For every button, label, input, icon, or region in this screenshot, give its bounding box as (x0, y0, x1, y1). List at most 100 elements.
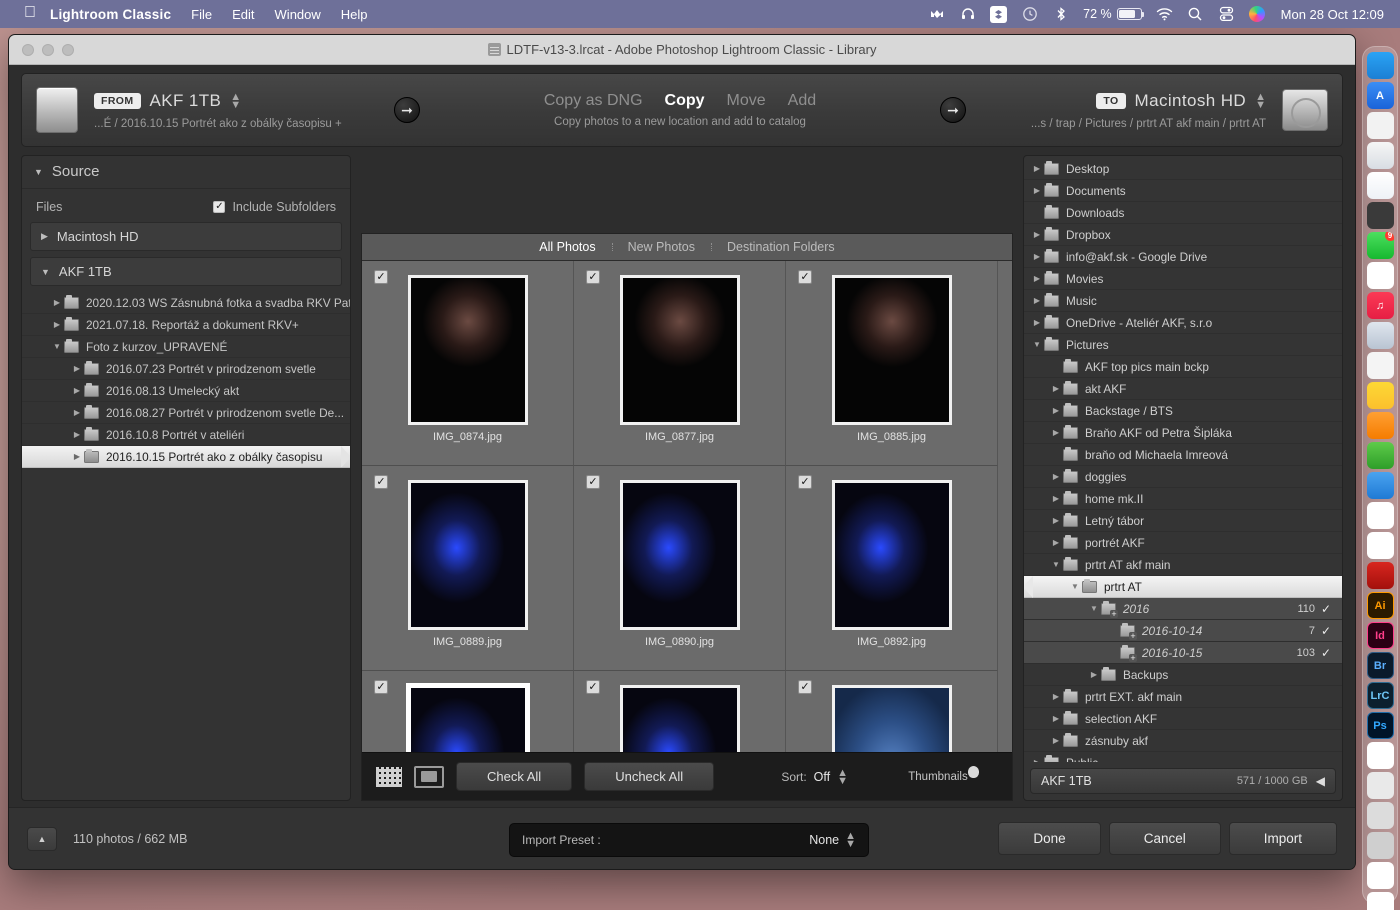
preset-stepper-icon[interactable]: ▲ ▼ (845, 831, 856, 850)
import-preset-bar[interactable]: Import Preset : None ▲ ▼ (509, 823, 869, 857)
destination-tree-row[interactable]: ▼ Pictures (1024, 334, 1342, 356)
sort-value[interactable]: Off (814, 770, 830, 784)
sort-control[interactable]: Sort: Off ▲ ▼ (781, 767, 848, 786)
chevron-right-icon[interactable]: ▶ (1030, 296, 1044, 305)
headphones-icon[interactable] (959, 6, 976, 23)
bluetooth-icon[interactable] (1052, 6, 1069, 23)
destination-tree-row[interactable]: ▶ Backstage / BTS (1024, 400, 1342, 422)
destination-drive-name[interactable]: Macintosh HD (1135, 91, 1247, 111)
dock-icon-music[interactable]: ♫ (1366, 292, 1394, 319)
search-icon[interactable] (1187, 6, 1204, 23)
photo-include-checkbox[interactable]: ✓ (798, 680, 812, 694)
destination-tree-row[interactable]: 2016-10-14 7 ✓ (1024, 620, 1342, 642)
source-folder-tree[interactable]: ▶ 2020.12.03 WS Zásnubná fotka a svadba R… (22, 292, 350, 468)
destination-tree-row[interactable]: ▼ 2016 110 ✓ (1024, 598, 1342, 620)
clock-icon[interactable] (1021, 6, 1038, 23)
loupe-view-icon[interactable] (414, 765, 444, 788)
menu-item-window[interactable]: Window (275, 7, 321, 22)
dock-icon-indesign[interactable]: Id (1366, 622, 1394, 649)
destination-tree-row[interactable]: ▶ prtrt EXT. akf main (1024, 686, 1342, 708)
uncheck-all-button[interactable]: Uncheck All (584, 762, 715, 791)
destination-tree-row[interactable]: ▶ portrét AKF (1024, 532, 1342, 554)
mode-copy[interactable]: Copy (665, 92, 705, 110)
menu-item-edit[interactable]: Edit (232, 7, 254, 22)
photo-include-checkbox[interactable]: ✓ (586, 680, 600, 694)
destination-drive-bar[interactable]: AKF 1TB 571 / 1000 GB ◀ (1030, 768, 1336, 794)
chevron-right-icon[interactable]: ▶ (1030, 230, 1044, 239)
destination-tree-row[interactable]: ▶ Desktop (1024, 158, 1342, 180)
dock-icon-keynote[interactable] (1366, 472, 1394, 499)
dock-icon-maps[interactable] (1366, 892, 1394, 910)
chevron-right-icon[interactable]: ▶ (1049, 384, 1063, 393)
import-preset-value-wrap[interactable]: None ▲ ▼ (809, 831, 856, 850)
chevron-right-icon[interactable]: ▶ (1049, 538, 1063, 547)
battery-status[interactable]: 72 % (1083, 7, 1145, 21)
source-tree-row[interactable]: ▶ 2016.07.23 Portrét v prirodzenom svetle (22, 358, 350, 380)
photo-cell[interactable]: ✓ (786, 671, 998, 752)
chevron-right-icon[interactable]: ▶ (1030, 252, 1044, 261)
destination-tree-row[interactable]: ▶ doggies (1024, 466, 1342, 488)
mode-copy-as-dng[interactable]: Copy as DNG (544, 92, 643, 110)
destination-tree-row[interactable]: ▼ prtrt AT (1024, 576, 1342, 598)
menu-item-help[interactable]: Help (341, 7, 368, 22)
mode-move[interactable]: Move (727, 92, 766, 110)
source-drive-macintosh-hd[interactable]: ▶ Macintosh HD (30, 222, 342, 251)
dock-icon-safari[interactable] (1366, 142, 1394, 169)
done-button[interactable]: Done (998, 822, 1101, 855)
import-button[interactable]: Import (1228, 822, 1337, 855)
chevron-right-icon[interactable]: ▶ (50, 298, 64, 307)
control-center-icon[interactable] (1218, 6, 1235, 23)
chevron-down-icon[interactable]: ▼ (1049, 560, 1063, 569)
chevron-right-icon[interactable]: ▶ (1049, 692, 1063, 701)
dock-icon-app-store[interactable]: A (1366, 82, 1394, 109)
photo-thumbnail[interactable] (407, 480, 528, 630)
chevron-right-icon[interactable]: ▶ (1030, 186, 1044, 195)
destination-tree-row[interactable]: ▶ Documents (1024, 180, 1342, 202)
wifi-icon[interactable] (1156, 6, 1173, 23)
source-tree-row[interactable]: ▼ Foto z kurzov_UPRAVENÉ (22, 336, 350, 358)
chevron-right-icon[interactable]: ▶ (1030, 164, 1044, 173)
source-summary[interactable]: FROM AKF 1TB ▲ ▼ ...É / 2016.10.15 Portré… (94, 91, 394, 130)
source-tree-row[interactable]: ▶ 2021.07.18. Reportáž a dokument RKV+ (22, 314, 350, 336)
chevron-right-icon[interactable]: ▶ (70, 364, 84, 373)
photo-thumbnail[interactable] (619, 275, 740, 425)
menu-clock[interactable]: Mon 28 Oct 12:09 (1281, 7, 1384, 22)
dock-icon-calculator[interactable] (1366, 202, 1394, 229)
photo-include-checkbox[interactable]: ✓ (586, 270, 600, 284)
dock-icon-airpods[interactable] (1366, 862, 1394, 889)
dock-icon-finder[interactable] (1366, 52, 1394, 79)
destination-tree-row[interactable]: braňo od Michaela Imreová (1024, 444, 1342, 466)
chevron-down-icon[interactable]: ▼ (50, 342, 64, 351)
source-drive-akf-1tb[interactable]: ▼ AKF 1TB (30, 257, 342, 286)
dock-icon-notes[interactable] (1366, 382, 1394, 409)
dock-icon-bridge[interactable]: Br (1366, 652, 1394, 679)
dock-icon-creative-cloud[interactable] (1366, 742, 1394, 769)
dock-icon-photoshop[interactable]: Ps (1366, 712, 1394, 739)
dock-icon-news[interactable] (1366, 322, 1394, 349)
apple-menu-icon[interactable]:  (24, 5, 36, 21)
chevron-right-icon[interactable]: ▶ (50, 320, 64, 329)
destination-tree-row[interactable]: ▶ Letný tábor (1024, 510, 1342, 532)
dock-icon-freeform[interactable] (1366, 412, 1394, 439)
grid-tabs[interactable]: All Photos New Photos Destination Folder… (362, 234, 1012, 261)
destination-tree-row[interactable]: 2016-10-15 103 ✓ (1024, 642, 1342, 664)
chevron-down-icon[interactable]: ▼ (1068, 582, 1082, 591)
photo-include-checkbox[interactable]: ✓ (374, 680, 388, 694)
destination-folder-tree[interactable]: ▶ Desktop ▶ Documents Downloads ▶ Dropbox ▶ info… (1024, 156, 1342, 762)
photo-thumbnail[interactable] (831, 685, 952, 752)
source-tree-row[interactable]: ▶ 2016.08.13 Umelecký akt (22, 380, 350, 402)
photo-cell[interactable]: ✓ (574, 671, 786, 752)
sort-stepper-icon[interactable]: ▲ ▼ (837, 767, 848, 786)
macos-dock[interactable]: A 9 ♫ Ai Id Br LrC Ps (1362, 46, 1398, 910)
include-subfolders-checkbox[interactable]: ✓ (213, 201, 226, 213)
photo-cell[interactable]: ✓ (362, 671, 574, 752)
photo-include-checkbox[interactable]: ✓ (798, 270, 812, 284)
destination-tree-row[interactable]: AKF top pics main bckp (1024, 356, 1342, 378)
photo-thumbnail[interactable] (407, 685, 528, 752)
photo-cell[interactable]: ✓ IMG_0874.jpg (362, 261, 574, 466)
dock-icon-numbers[interactable] (1366, 442, 1394, 469)
photo-cell[interactable]: ✓ IMG_0889.jpg (362, 466, 574, 671)
chevron-right-icon[interactable]: ▶ (1049, 736, 1063, 745)
dock-icon-messages[interactable]: 9 (1366, 232, 1394, 259)
chevron-down-icon[interactable]: ▼ (1030, 340, 1044, 349)
